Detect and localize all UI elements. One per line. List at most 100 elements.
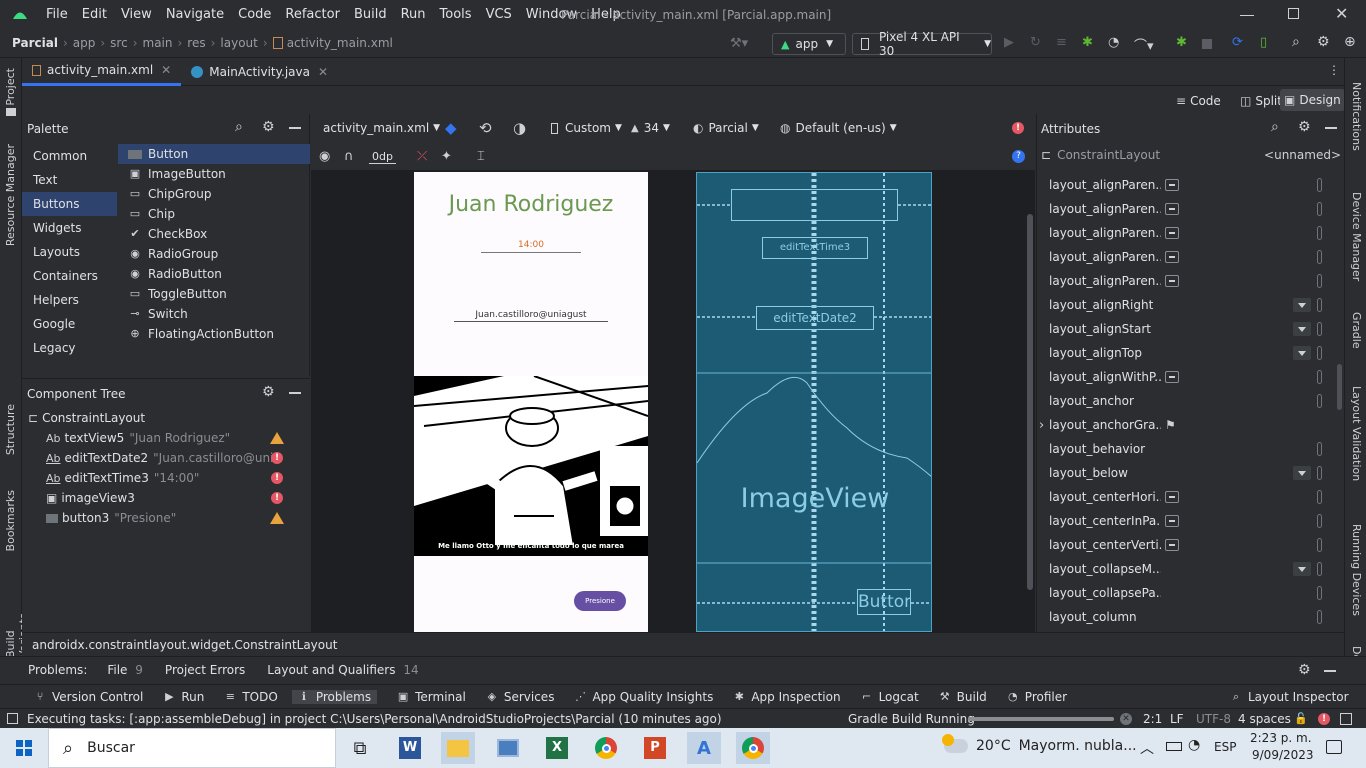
menu-navigate[interactable]: Navigate <box>166 7 224 22</box>
guidelines-icon[interactable]: ⌶ <box>477 149 485 164</box>
menu-vcs[interactable]: VCS <box>486 7 512 22</box>
run-config-select[interactable]: ▲ app ▼ <box>772 33 846 55</box>
resource-picker-button[interactable] <box>1317 562 1322 576</box>
profiler-button[interactable]: ◔ Profiler <box>1007 690 1067 704</box>
tab-main-activity[interactable]: MainActivity.java ✕ <box>181 58 338 86</box>
attribute-row[interactable]: layout_alignParen... <box>1037 197 1345 221</box>
attribute-row[interactable]: layout_alignParen... <box>1037 221 1345 245</box>
minimize-panel-icon[interactable] <box>1324 670 1336 672</box>
infer-constraints-icon[interactable]: ✦ <box>441 149 452 164</box>
file-explorer-app-icon[interactable] <box>441 732 475 764</box>
gradle-status[interactable]: Gradle Build Running <box>848 712 975 726</box>
error-icon[interactable]: ! <box>271 472 283 484</box>
minimize-panel-icon[interactable] <box>1325 127 1337 129</box>
category-layouts[interactable]: Layouts <box>22 240 117 264</box>
menu-build[interactable]: Build <box>354 7 387 22</box>
remove-attribute-icon[interactable] <box>1165 227 1179 239</box>
clock-date[interactable]: 9/09/2023 <box>1252 748 1314 762</box>
more-tabs-icon[interactable]: ⋮ <box>1328 63 1340 77</box>
device-manager-tool-button[interactable]: Device Manager <box>1350 192 1363 281</box>
attribute-dropdown[interactable] <box>1293 298 1311 312</box>
remove-attribute-icon[interactable] <box>1165 251 1179 263</box>
apply-changes-icon[interactable]: ≡ <box>1056 35 1067 50</box>
blueprint-button[interactable]: Button <box>857 589 911 615</box>
default-margin-button[interactable]: 0dp <box>369 150 396 164</box>
palette-item-radiobutton[interactable]: ◉ RadioButton <box>118 264 310 284</box>
resource-picker-button[interactable] <box>1317 250 1322 264</box>
error-status-icon[interactable]: ! <box>1318 713 1330 725</box>
menu-refactor[interactable]: Refactor <box>285 7 340 22</box>
tree-root[interactable]: ⊏ ConstraintLayout <box>22 408 310 428</box>
api-level-select[interactable]: ▲ 34 ▼ <box>631 121 670 135</box>
palette-item-radiogroup[interactable]: ◉ RadioGroup <box>118 244 310 264</box>
resource-picker-button[interactable] <box>1317 466 1322 480</box>
resource-picker-button[interactable] <box>1317 394 1322 408</box>
settings-gear-icon[interactable]: ⚙ <box>1317 34 1330 50</box>
warning-icon[interactable] <box>270 432 284 444</box>
attribute-dropdown[interactable] <box>1293 562 1311 576</box>
tab-activity-main[interactable]: activity_main.xml ✕ <box>22 57 182 86</box>
build-tool-button[interactable]: ⚒ Build <box>939 690 987 704</box>
search-icon[interactable]: ⌕ <box>1292 34 1300 50</box>
error-icon[interactable]: ! <box>271 452 283 464</box>
blueprint-time-field[interactable]: editTextTime3 <box>762 237 868 259</box>
blueprint-date-field[interactable]: editTextDate2 <box>756 306 874 330</box>
palette-item-checkbox[interactable]: ✔ CheckBox <box>118 224 310 244</box>
error-icon[interactable]: ! <box>271 492 283 504</box>
resource-picker-button[interactable] <box>1317 442 1322 456</box>
attribute-row[interactable]: layout_centerHori... <box>1037 485 1345 509</box>
stop-icon[interactable] <box>1202 39 1212 49</box>
resource-manager-tool-button[interactable]: Resource Manager <box>4 144 17 246</box>
logcat-button[interactable]: ⌐ Logcat <box>861 690 919 704</box>
cancel-task-icon[interactable]: ✕ <box>1120 713 1132 725</box>
resource-picker-button[interactable] <box>1317 226 1322 240</box>
resource-picker-button[interactable] <box>1317 610 1322 624</box>
attribute-row[interactable]: › layout_anchorGra... ⚑ <box>1037 413 1345 437</box>
attribute-row[interactable]: layout_centerVerti... <box>1037 533 1345 557</box>
palette-item-button[interactable]: Button <box>118 144 310 164</box>
settings-gear-icon[interactable]: ⚙ <box>262 119 275 135</box>
attribute-row[interactable]: layout_alignParen... <box>1037 245 1345 269</box>
vertical-scrollbar[interactable] <box>1027 214 1033 590</box>
status-message[interactable]: Executing tasks: [:app:assembleDebug] in… <box>27 712 722 726</box>
structure-tool-button[interactable]: Structure <box>4 404 17 455</box>
search-icon[interactable]: ⌕ <box>235 119 243 135</box>
category-text[interactable]: Text <box>22 168 117 192</box>
settings-gear-icon[interactable]: ⚙ <box>1298 119 1311 135</box>
status-toggle-icon[interactable] <box>7 713 18 724</box>
orientation-icon[interactable]: ⟲ <box>479 119 492 137</box>
close-window-button[interactable]: ✕ <box>1335 4 1348 23</box>
remove-attribute-icon[interactable] <box>1165 371 1179 383</box>
category-helpers[interactable]: Helpers <box>22 288 117 312</box>
preview-name-text[interactable]: Juan Rodriguez <box>414 192 648 217</box>
attribute-dropdown[interactable] <box>1293 466 1311 480</box>
attributes-scrollbar[interactable] <box>1337 364 1342 410</box>
resource-picker-button[interactable] <box>1317 514 1322 528</box>
menu-edit[interactable]: Edit <box>82 7 107 22</box>
category-containers[interactable]: Containers <box>22 264 117 288</box>
layers-icon[interactable]: ◆ <box>445 119 457 137</box>
account-icon[interactable]: ⊕ <box>1344 34 1356 50</box>
remove-attribute-icon[interactable] <box>1165 515 1179 527</box>
palette-item-switch[interactable]: ⊸ Switch <box>118 304 310 324</box>
palette-item-chipgroup[interactable]: ▭ ChipGroup <box>118 184 310 204</box>
breadcrumb-main[interactable]: main <box>143 36 173 50</box>
version-control-button[interactable]: ⑂ Version Control <box>34 690 144 704</box>
breadcrumb-src[interactable]: src <box>110 36 128 50</box>
taskbar-search-box[interactable]: ⌕ Buscar <box>48 728 336 768</box>
profile-icon[interactable]: ◔ <box>1108 35 1119 50</box>
word-app-icon[interactable]: W <box>393 732 427 764</box>
menu-view[interactable]: View <box>121 7 152 22</box>
lock-icon[interactable]: 🔓 <box>1294 712 1308 725</box>
attributes-id-value[interactable]: <unnamed> <box>1264 148 1341 162</box>
breadcrumb-res[interactable]: res <box>187 36 205 50</box>
minimize-panel-icon[interactable] <box>289 127 301 129</box>
debug-icon[interactable]: ✱ <box>1082 35 1093 50</box>
file-encoding[interactable]: UTF-8 <box>1196 712 1231 726</box>
resource-picker-button[interactable] <box>1317 178 1322 192</box>
search-icon[interactable]: ⌕ <box>1271 119 1279 135</box>
remove-attribute-icon[interactable] <box>1165 491 1179 503</box>
cursor-position[interactable]: 2:1 <box>1143 712 1162 726</box>
breadcrumb-project[interactable]: Parcial <box>12 36 58 50</box>
tab-layout-qualifiers[interactable]: Layout and Qualifiers 14 <box>267 663 418 677</box>
